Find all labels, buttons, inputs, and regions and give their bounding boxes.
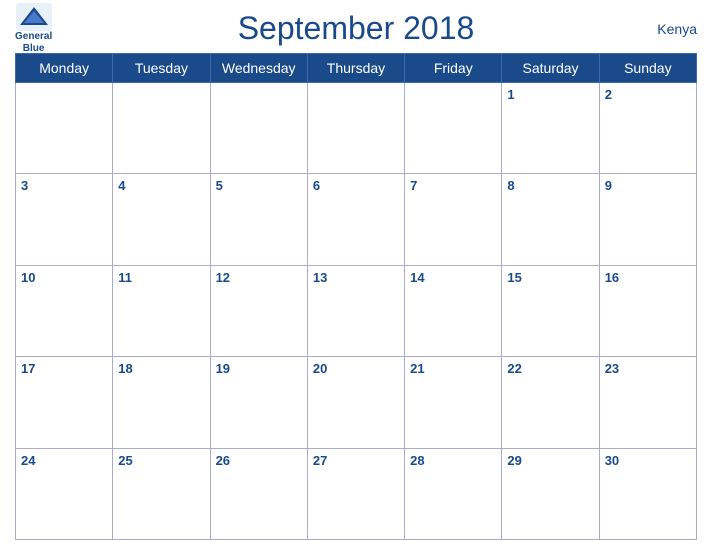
weekday-header: Tuesday (113, 54, 210, 83)
calendar-cell: 17 (16, 357, 113, 448)
calendar-cell: 11 (113, 265, 210, 356)
calendar-cell: 21 (405, 357, 502, 448)
day-number: 17 (21, 361, 35, 376)
day-number: 20 (313, 361, 327, 376)
calendar-cell (307, 83, 404, 174)
day-number: 27 (313, 453, 327, 468)
day-number: 21 (410, 361, 424, 376)
calendar-cell: 9 (599, 174, 696, 265)
calendar-header: General Blue September 2018 Kenya (15, 10, 697, 47)
calendar-cell: 27 (307, 448, 404, 539)
calendar-cell: 3 (16, 174, 113, 265)
calendar-cell: 5 (210, 174, 307, 265)
calendar-table: MondayTuesdayWednesdayThursdayFridaySatu… (15, 53, 697, 540)
day-number: 28 (410, 453, 424, 468)
day-number: 5 (216, 178, 223, 193)
calendar-cell: 7 (405, 174, 502, 265)
weekday-header: Monday (16, 54, 113, 83)
weekday-header: Saturday (502, 54, 599, 83)
day-number: 19 (216, 361, 230, 376)
calendar-cell: 23 (599, 357, 696, 448)
calendar-cell: 28 (405, 448, 502, 539)
calendar-cell: 6 (307, 174, 404, 265)
day-number: 29 (507, 453, 521, 468)
country-label: Kenya (657, 21, 697, 37)
calendar-cell: 15 (502, 265, 599, 356)
calendar-cell: 26 (210, 448, 307, 539)
calendar-week-row: 12 (16, 83, 697, 174)
calendar-cell: 14 (405, 265, 502, 356)
weekday-header: Sunday (599, 54, 696, 83)
day-number: 14 (410, 270, 424, 285)
day-number: 13 (313, 270, 327, 285)
page-title: September 2018 (238, 10, 475, 47)
calendar-week-row: 3 4 5 6 7 8 9 (16, 174, 697, 265)
calendar-cell (210, 83, 307, 174)
day-number: 6 (313, 178, 320, 193)
calendar-cell: 2 (599, 83, 696, 174)
calendar-cell: 20 (307, 357, 404, 448)
day-number: 8 (507, 178, 514, 193)
day-number: 15 (507, 270, 521, 285)
calendar-cell: 12 (210, 265, 307, 356)
day-number: 18 (118, 361, 132, 376)
calendar-cell: 13 (307, 265, 404, 356)
day-number: 2 (605, 87, 612, 102)
day-number: 25 (118, 453, 132, 468)
day-number: 10 (21, 270, 35, 285)
calendar-cell (113, 83, 210, 174)
calendar-cell (16, 83, 113, 174)
calendar-cell: 22 (502, 357, 599, 448)
calendar-cell: 8 (502, 174, 599, 265)
day-number: 16 (605, 270, 619, 285)
logo-general: General (15, 31, 52, 43)
calendar-week-row: 17 18 19 20 21 22 23 (16, 357, 697, 448)
calendar-cell: 24 (16, 448, 113, 539)
logo-blue: Blue (23, 43, 45, 55)
day-number: 1 (507, 87, 514, 102)
weekday-header: Friday (405, 54, 502, 83)
day-number: 9 (605, 178, 612, 193)
weekday-header-row: MondayTuesdayWednesdayThursdayFridaySatu… (16, 54, 697, 83)
calendar-cell: 29 (502, 448, 599, 539)
calendar-cell: 19 (210, 357, 307, 448)
calendar-cell: 30 (599, 448, 696, 539)
calendar-week-row: 10 11 12 13 14 15 16 (16, 265, 697, 356)
calendar-cell: 25 (113, 448, 210, 539)
calendar-cell: 4 (113, 174, 210, 265)
day-number: 22 (507, 361, 521, 376)
calendar-cell: 1 (502, 83, 599, 174)
calendar-cell: 16 (599, 265, 696, 356)
calendar-cell (405, 83, 502, 174)
day-number: 7 (410, 178, 417, 193)
day-number: 23 (605, 361, 619, 376)
calendar-week-row: 24 25 26 27 28 29 30 (16, 448, 697, 539)
calendar-cell: 18 (113, 357, 210, 448)
day-number: 3 (21, 178, 28, 193)
day-number: 24 (21, 453, 35, 468)
day-number: 30 (605, 453, 619, 468)
weekday-header: Wednesday (210, 54, 307, 83)
day-number: 12 (216, 270, 230, 285)
day-number: 4 (118, 178, 125, 193)
logo: General Blue (15, 3, 52, 55)
day-number: 11 (118, 270, 132, 285)
day-number: 26 (216, 453, 230, 468)
calendar-cell: 10 (16, 265, 113, 356)
weekday-header: Thursday (307, 54, 404, 83)
